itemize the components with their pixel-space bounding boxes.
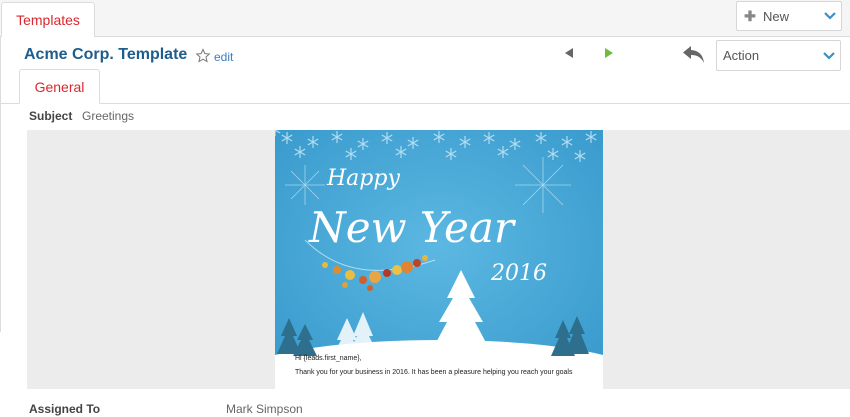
- tab-general[interactable]: General: [19, 69, 100, 104]
- assigned-to-label: Assigned To: [29, 402, 101, 416]
- email-preview: Happy New Year 2016 Hi {leads.first_name…: [275, 130, 603, 389]
- new-button-label: New: [763, 8, 790, 24]
- email-message: Thank you for your business in 2016. It …: [295, 369, 573, 376]
- tab-templates-label: Templates: [16, 12, 80, 28]
- email-happy-text: Happy: [326, 166, 400, 191]
- action-select-label: Action: [723, 48, 760, 63]
- subject-label: Subject: [29, 109, 73, 123]
- chevron-down-icon[interactable]: [819, 12, 841, 20]
- email-year-text: 2016: [490, 261, 547, 286]
- new-year-banner-image: Happy New Year 2016: [275, 130, 603, 389]
- top-bar: Templates ✚ New: [0, 0, 850, 37]
- record-title: Acme Corp. Template: [24, 46, 188, 63]
- undo-icon[interactable]: [681, 43, 707, 65]
- plus-icon: ✚: [744, 7, 756, 24]
- next-arrow-icon[interactable]: [603, 47, 615, 59]
- action-select[interactable]: Action: [716, 40, 841, 71]
- new-button[interactable]: ✚ New: [736, 1, 842, 31]
- prev-arrow-icon[interactable]: [563, 47, 575, 59]
- assigned-to-value: Mark Simpson: [226, 402, 303, 416]
- email-greeting: Hi {leads.first_name},: [295, 355, 362, 362]
- chevron-down-icon: [818, 51, 840, 60]
- star-icon[interactable]: [195, 48, 211, 64]
- subject-value: Greetings: [82, 109, 135, 123]
- tab-general-label: General: [34, 78, 85, 95]
- email-new-year-text: New Year: [308, 203, 517, 252]
- edit-link[interactable]: edit: [214, 50, 233, 64]
- tab-templates[interactable]: Templates: [1, 2, 95, 37]
- panel-border: [0, 37, 1, 332]
- tabs-divider: [0, 103, 850, 104]
- email-body: Hi {leads.first_name}, Thank you for you…: [275, 352, 603, 389]
